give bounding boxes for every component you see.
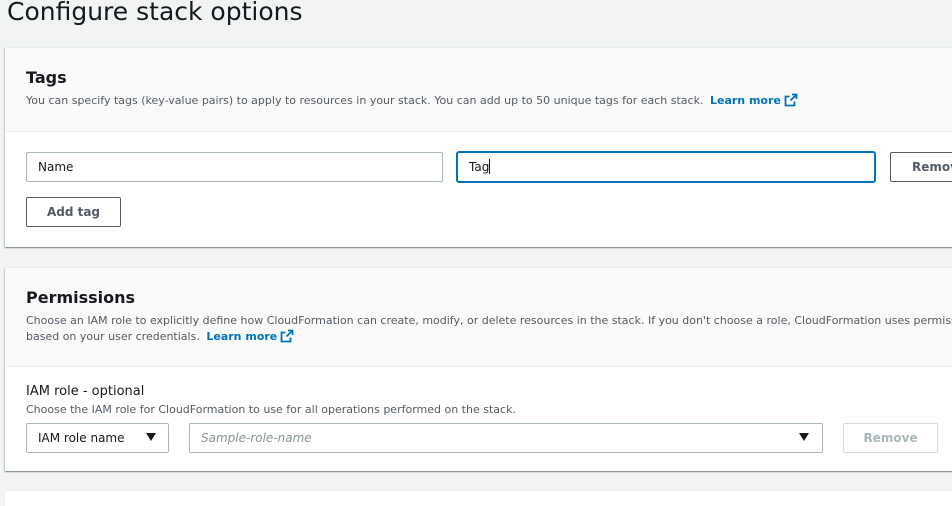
tags-panel: Tags You can specify tags (key-value pai… (5, 47, 952, 247)
permissions-description-line1: Choose an IAM role to explicitly define … (26, 314, 952, 327)
role-name-placeholder: Sample-role-name (201, 431, 312, 445)
add-tag-button[interactable]: Add tag (26, 197, 121, 227)
iam-role-sublabel: Choose the IAM role for CloudFormation t… (26, 403, 516, 416)
next-panel-partial (5, 490, 952, 506)
caret-down-icon (146, 433, 156, 441)
tags-heading: Tags (26, 68, 67, 87)
add-tag-label: Add tag (46, 205, 101, 219)
tags-description-line: You can specify tags (key-value pairs) t… (26, 93, 798, 112)
permissions-learn-more-link[interactable]: Learn more (206, 329, 294, 343)
tag-remove-label: Remove (912, 160, 952, 174)
permissions-description-tail: based on your user credentials. (26, 330, 200, 343)
tags-panel-header: Tags You can specify tags (key-value pai… (5, 48, 952, 132)
page: Configure stack options Tags You can spe… (0, 0, 952, 506)
permissions-learn-more-label: Learn more (206, 330, 278, 343)
page-title: Configure stack options (7, 0, 303, 26)
tags-learn-more-label: Learn more (709, 94, 781, 107)
next-panel-heading-partial (26, 501, 146, 506)
tag-value-input[interactable]: Tag (457, 152, 875, 182)
role-name-select[interactable]: Sample-role-name (189, 423, 823, 453)
tags-description: You can specify tags (key-value pairs) t… (26, 94, 704, 107)
text-cursor (489, 159, 491, 174)
permissions-description-line2: based on your user credentials. Learn mo… (26, 329, 294, 348)
tag-remove-button[interactable]: Remove (890, 152, 952, 182)
role-type-select[interactable]: IAM role name (26, 423, 169, 453)
role-remove-button[interactable]: Remove (843, 423, 938, 453)
iam-role-label: IAM role - optional (26, 384, 145, 399)
role-remove-label: Remove (863, 431, 918, 445)
caret-down-icon (799, 433, 809, 441)
permissions-panel-header: Permissions Choose an IAM role to explic… (5, 268, 952, 367)
external-link-icon (784, 93, 798, 112)
permissions-panel: Permissions Choose an IAM role to explic… (5, 267, 952, 471)
tag-key-input[interactable]: Name (26, 152, 443, 182)
external-link-icon (280, 329, 294, 348)
role-type-selected: IAM role name (38, 431, 125, 445)
tags-learn-more-link[interactable]: Learn more (709, 93, 798, 107)
permissions-heading: Permissions (26, 288, 136, 307)
tag-value-value: Tag (469, 160, 490, 174)
tag-key-value: Name (38, 160, 74, 174)
